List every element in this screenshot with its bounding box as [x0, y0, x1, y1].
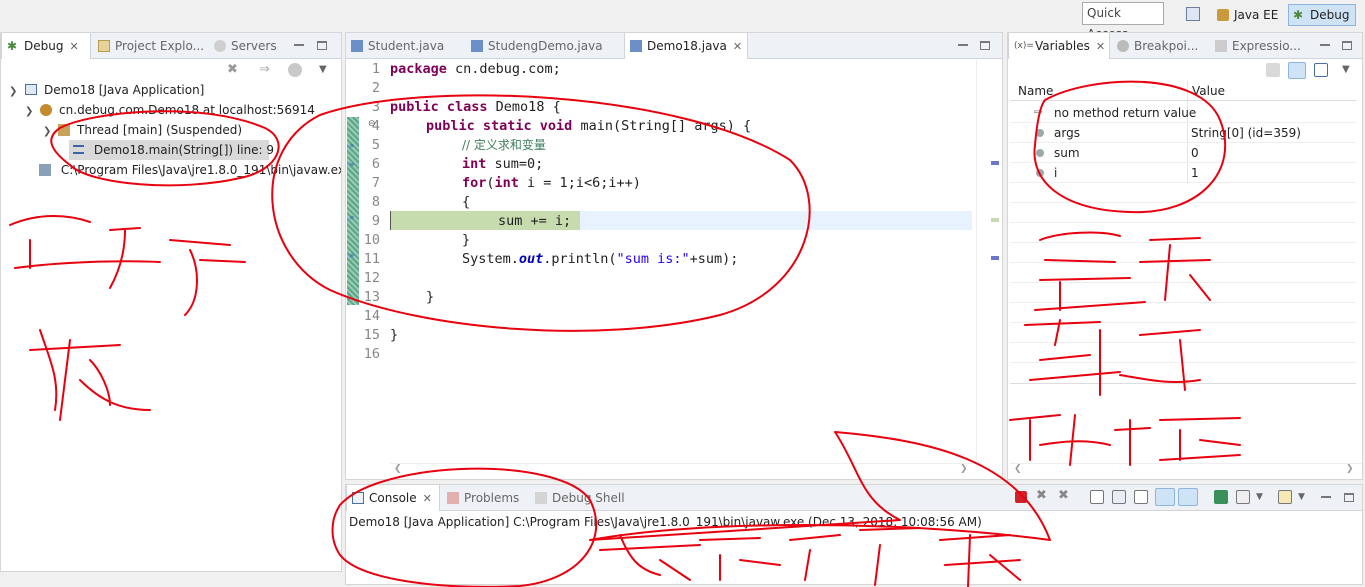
annotation-scribble-left: [9, 215, 246, 421]
annotation-ellipse-console: [331, 467, 598, 587]
annotation-arrow: [589, 431, 1051, 541]
annotation-layer: [9, 80, 1241, 587]
annotation-ellipse-stack-frame: [50, 110, 280, 187]
annotation-ellipse-variables: [1033, 80, 1226, 214]
annotation-scribble-bottom: [599, 527, 1021, 587]
annotation-ellipse-code: [271, 94, 811, 332]
annotation-scribble-right: [1009, 231, 1241, 466]
